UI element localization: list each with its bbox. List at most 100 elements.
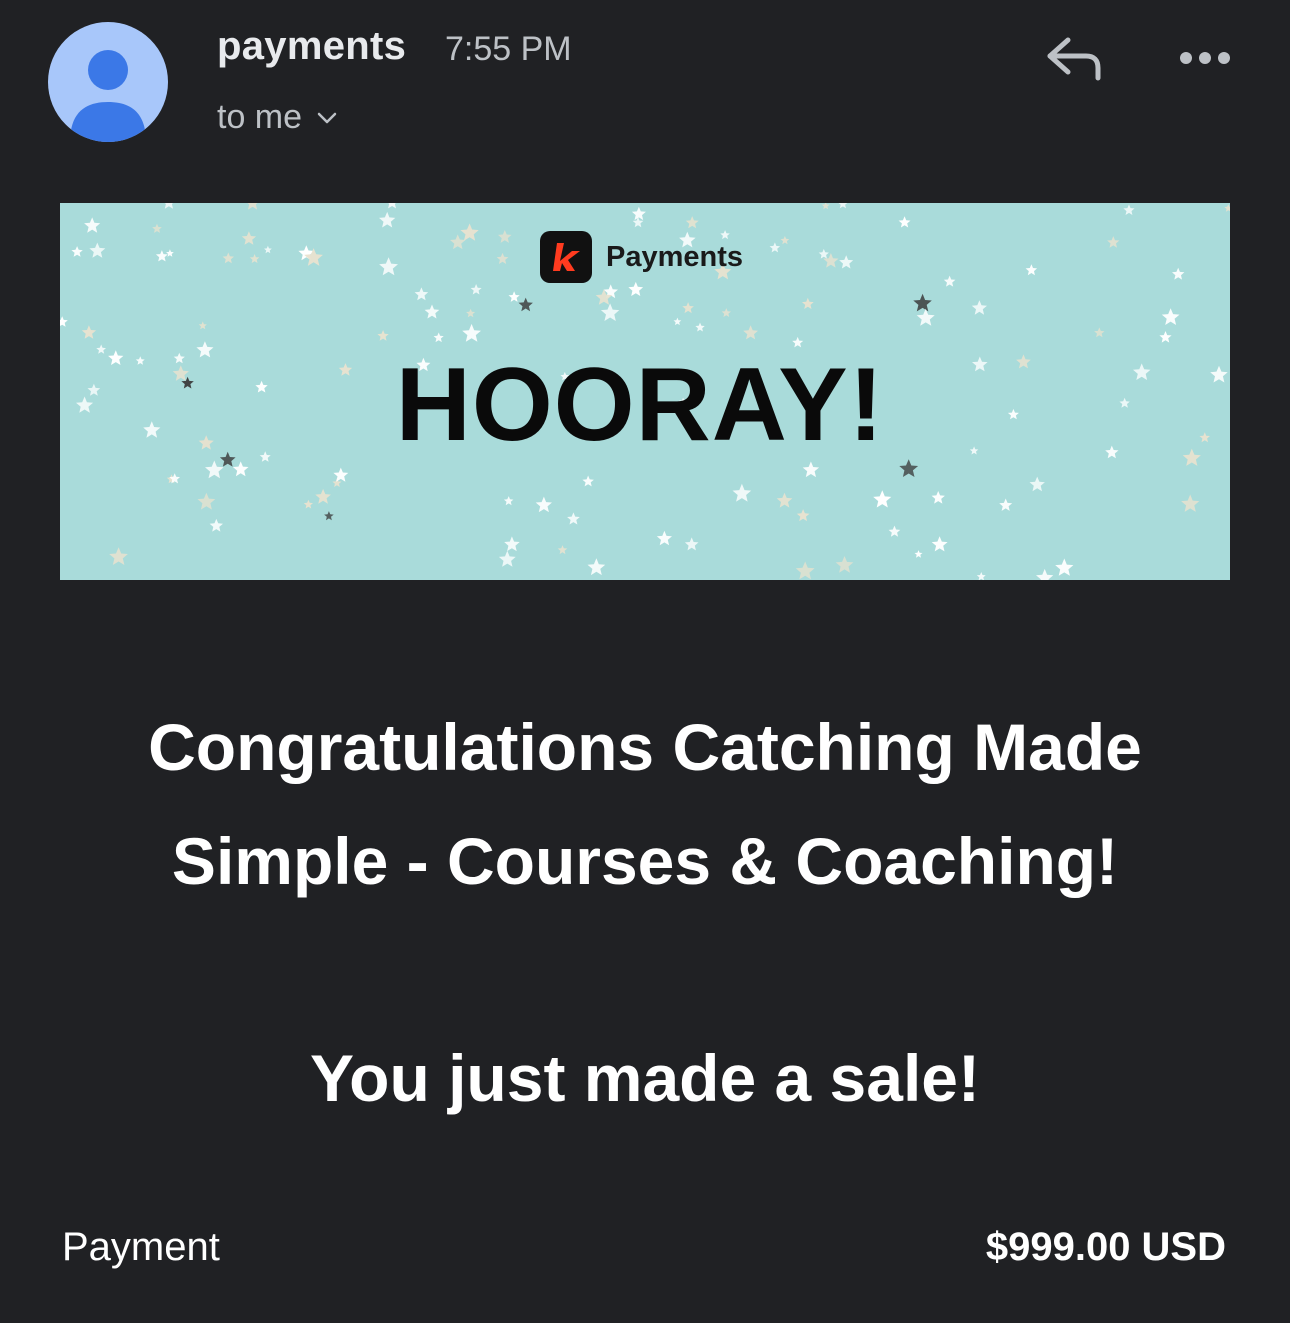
confetti-star [792, 336, 804, 348]
confetti-star [535, 496, 552, 513]
confetti-star [914, 550, 923, 558]
confetti-star [976, 572, 986, 580]
confetti-star [81, 325, 97, 339]
confetti-star [899, 459, 919, 477]
confetti-star [247, 203, 258, 210]
confetti-star [913, 293, 932, 312]
confetti-star [888, 525, 901, 537]
confetti-star [388, 203, 396, 209]
confetti-star [89, 242, 106, 258]
confetti-star [60, 316, 68, 327]
confetti-star [503, 496, 514, 506]
confetti-star [498, 550, 516, 567]
confetti-star [379, 211, 396, 228]
confetti-star [682, 302, 694, 314]
confetti-star [567, 512, 580, 525]
confetti-star [264, 245, 272, 254]
confetti-star [780, 236, 790, 245]
confetti-star [795, 561, 815, 580]
confetti-star [943, 275, 956, 287]
confetti-star [205, 460, 224, 479]
confetti-star [802, 461, 820, 478]
confetti-star [71, 246, 83, 257]
confetti-star [818, 248, 829, 259]
confetti-star [1055, 558, 1074, 576]
confetti-star [557, 545, 568, 555]
confetti-star [1161, 308, 1180, 325]
confetti-star [631, 206, 646, 221]
sender-avatar[interactable] [48, 22, 168, 142]
reply-button[interactable] [1040, 30, 1110, 90]
confetti-star [324, 511, 334, 521]
confetti-star [508, 291, 520, 302]
confetti-star [462, 323, 481, 342]
confetti-star [466, 308, 476, 318]
confetti-star [518, 297, 533, 312]
confetti-star [1159, 331, 1172, 343]
confetti-star [1107, 236, 1120, 248]
confetti-star [84, 217, 101, 233]
confetti-star [424, 304, 440, 319]
confetti-star [695, 322, 705, 332]
confetti-star [1036, 568, 1054, 580]
confetti-star [931, 491, 945, 504]
confetti-star [1029, 476, 1045, 492]
reply-icon [1047, 37, 1101, 81]
confetti-star [164, 203, 174, 209]
recipient-label: to me [217, 98, 303, 136]
brand-logo-icon [540, 231, 592, 283]
confetti-star [1172, 267, 1185, 280]
brand-lockup: Payments [540, 231, 743, 283]
confetti-star [582, 475, 594, 487]
confetti-star [684, 537, 699, 551]
confetti-star [600, 303, 620, 321]
confetti-star [916, 308, 935, 326]
confetti-star [379, 257, 398, 276]
confetti-star [587, 558, 606, 576]
confetti-star [835, 556, 854, 573]
confetti-star [685, 216, 699, 229]
confetti-star [732, 483, 752, 502]
avatar-person-icon [70, 50, 146, 142]
confetti-star [1025, 264, 1038, 276]
confetti-star [209, 518, 223, 532]
banner-title: HOORAY! [395, 347, 885, 463]
confetti-star [776, 492, 793, 508]
hooray-banner: Payments HOORAY! [60, 203, 1230, 580]
confetti-star [232, 461, 249, 477]
recipient-details-toggle[interactable]: to me [217, 98, 338, 137]
more-options-button[interactable] [1172, 36, 1238, 80]
payment-label: Payment [62, 1225, 220, 1269]
confetti-star [769, 242, 781, 253]
brand-name: Payments [606, 240, 744, 273]
confetti-star [1094, 327, 1105, 338]
message-time: 7:55 PM [445, 30, 572, 68]
confetti-star [496, 252, 509, 264]
confetti-star [450, 234, 466, 250]
confetti-star [743, 325, 758, 340]
confetti-star [1123, 204, 1135, 215]
confetti-star [999, 498, 1013, 511]
confetti-star [315, 488, 331, 504]
confetti-star [109, 547, 128, 565]
confetti-star [656, 530, 672, 546]
sale-subline: You just made a sale! [310, 1041, 980, 1115]
confetti-star [839, 255, 854, 269]
confetti-star [802, 297, 814, 309]
congratulations-headline: Congratulations Catching Made Simple - C… [148, 710, 1142, 898]
confetti-star [166, 249, 174, 257]
sender-name[interactable]: payments [217, 24, 406, 69]
confetti-star [222, 252, 234, 264]
confetti-star [504, 536, 520, 552]
confetti-star [821, 203, 830, 210]
confetti-star [169, 473, 180, 484]
confetti-star [498, 230, 512, 243]
confetti-star [249, 254, 260, 263]
confetti-star [673, 317, 682, 326]
confetti-star [470, 284, 482, 295]
confetti-star [838, 203, 848, 209]
confetti-star [152, 223, 162, 233]
more-dots-icon [1180, 52, 1230, 64]
confetti-star [898, 216, 911, 228]
confetti-star [460, 223, 479, 241]
